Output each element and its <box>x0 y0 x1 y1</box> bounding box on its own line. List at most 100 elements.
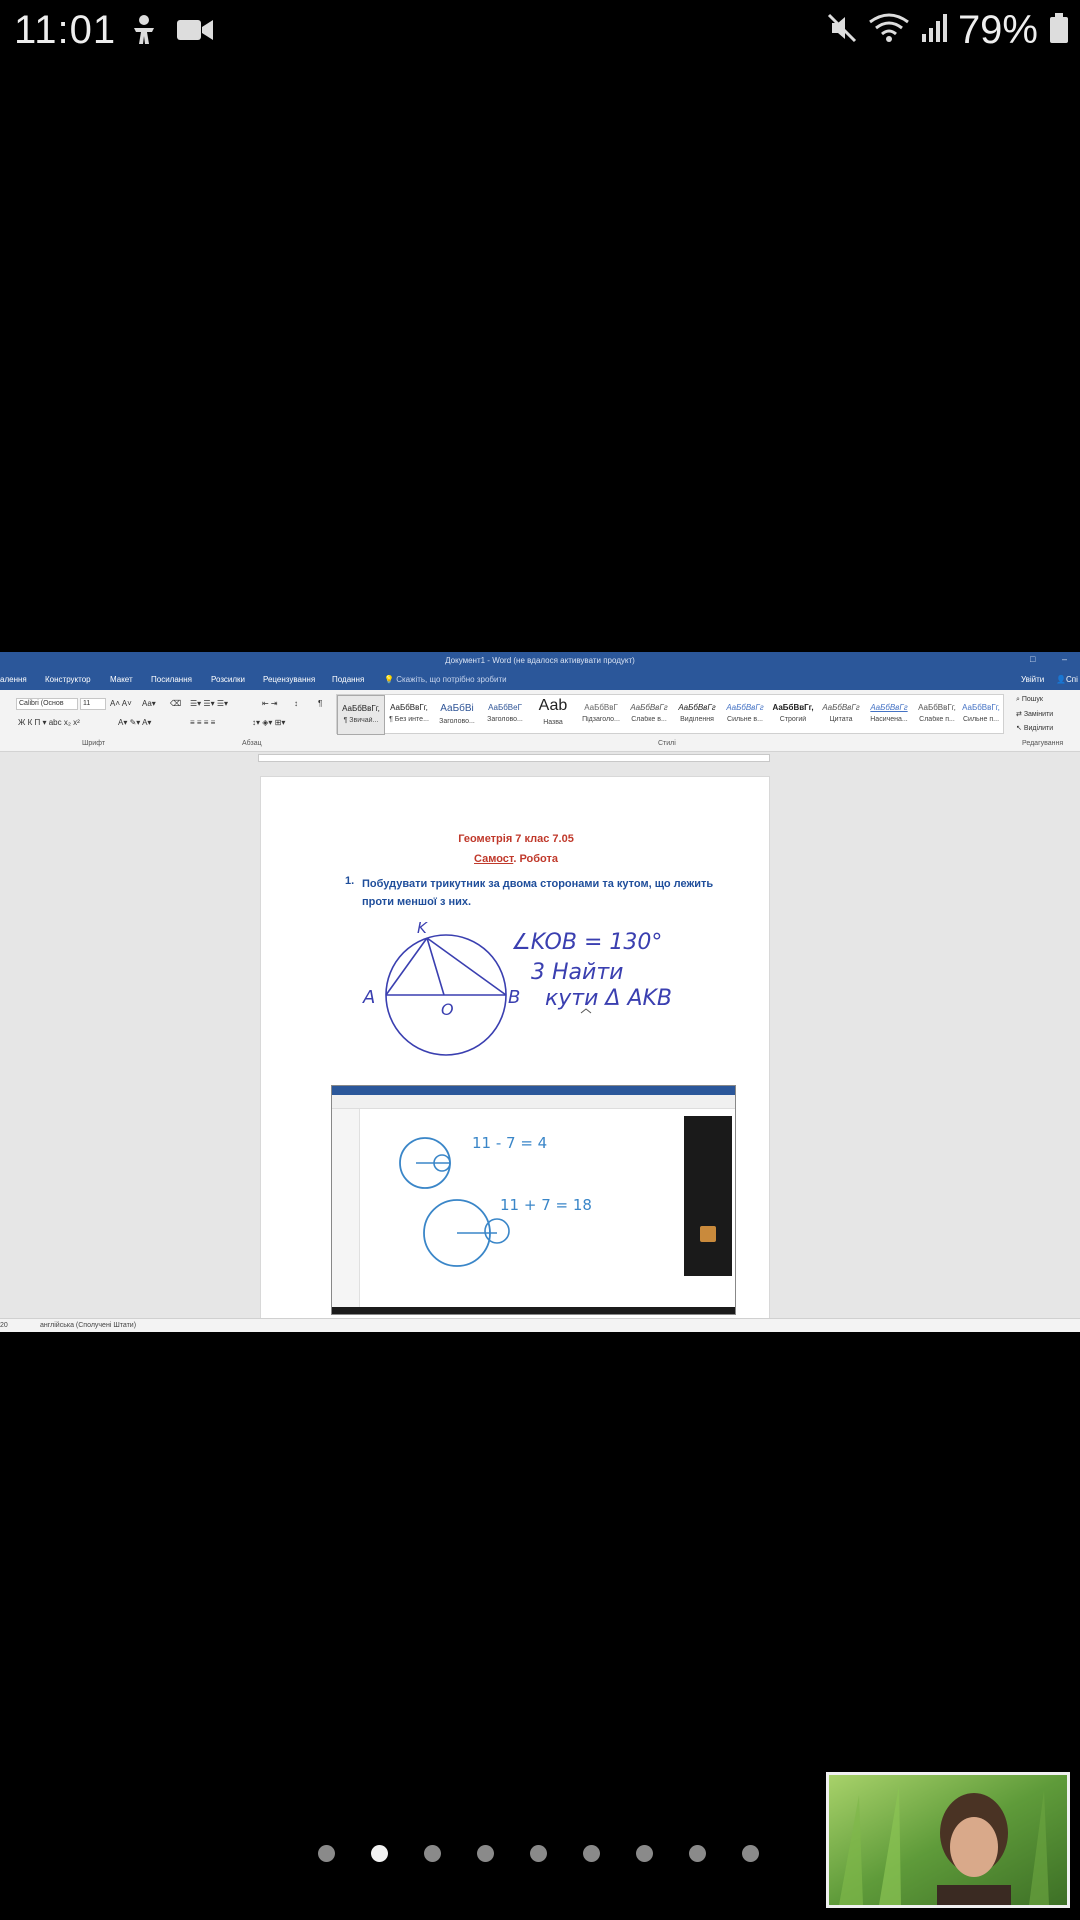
indent-icon[interactable]: ⇤ ⇥ <box>262 699 278 708</box>
wifi-icon <box>868 12 910 49</box>
group-editing-label: Редагування <box>1022 740 1064 747</box>
text-effects-icon[interactable]: A▾ ✎▾ A▾ <box>118 718 151 727</box>
label-o: O <box>441 1000 454 1019</box>
style-subtle-emphasis[interactable]: АаБбВвГг Слабке в... <box>625 695 673 735</box>
hw-task-line2: кути Δ AKB <box>545 986 672 1011</box>
change-case-icon[interactable]: Aa▾ <box>142 699 156 708</box>
style-name: Назва <box>543 719 563 726</box>
page-dot-6[interactable] <box>583 1845 600 1862</box>
font-name-box[interactable]: Calibri (Основ <box>16 698 78 710</box>
restore-icon[interactable]: □ <box>1030 654 1035 664</box>
word-menu-bar: алення Конструктор Макет Посилання Розси… <box>0 670 1080 690</box>
style-name: ¶ Звичай... <box>343 717 379 724</box>
ruler-bar <box>258 754 770 762</box>
style-quote[interactable]: АаБбВвГг Цитата <box>817 695 865 735</box>
style-sample: АаБбВеГ <box>488 703 522 712</box>
replace-icon: ⇄ <box>1016 711 1024 718</box>
share-button[interactable]: 👤Спі <box>1056 675 1078 684</box>
menu-item-view[interactable]: Подання <box>332 675 364 684</box>
bold-icon[interactable]: Ж К П ▾ abc x₂ x² <box>18 718 80 727</box>
word-title-bar: Документ1 - Word (не вдалося активувати … <box>0 652 1080 670</box>
menu-item-mailings[interactable]: Розсилки <box>211 675 245 684</box>
share-label: Спі <box>1065 675 1078 684</box>
style-name: Виділення <box>680 716 714 723</box>
grow-font-icon[interactable]: A˄ A˅ <box>110 699 132 708</box>
battery-icon <box>1048 12 1070 49</box>
style-sample: АаБбВі <box>440 703 474 714</box>
style-intense-reference[interactable]: АаБбВвГг, Сильне п... <box>957 695 1005 735</box>
style-title[interactable]: Ааb Назва <box>529 695 577 735</box>
menu-item-design[interactable]: Конструктор <box>45 675 91 684</box>
document-page[interactable]: Геометрія 7 клас 7.05 Самост. Робота 1. … <box>260 776 770 1332</box>
page-dot-4[interactable] <box>477 1845 494 1862</box>
select-label: Виділити <box>1023 725 1054 732</box>
group-paragraph-label: Абзац <box>242 740 262 747</box>
participant-avatar <box>700 1226 716 1242</box>
self-video-thumbnail[interactable] <box>826 1772 1070 1908</box>
style-heading1[interactable]: АаБбВі Заголово... <box>433 695 481 735</box>
menu-item-review[interactable]: Рецензування <box>263 675 315 684</box>
select-button[interactable]: ↖ Виділити <box>1016 724 1053 732</box>
embedded-drawing: 11 - 7 = 4 11 + 7 = 18 <box>399 1134 592 1267</box>
sign-in-link[interactable]: Увійти <box>1021 675 1044 684</box>
tell-me-text: Скажіть, що потрібно зробити <box>396 675 507 684</box>
page-dot-9[interactable] <box>742 1845 759 1862</box>
style-name: Сильне п... <box>962 716 1000 723</box>
minimize-icon[interactable]: – <box>1062 654 1067 664</box>
style-name: Строгий <box>779 716 807 723</box>
hw-task-line1: 3 Найти <box>531 960 623 985</box>
battery-percent: 79% <box>957 8 1038 52</box>
style-sample: АаБбВвГг, <box>918 703 956 712</box>
align-icon[interactable]: ≡ ≡ ≡ ≡ <box>190 718 215 727</box>
tell-me-box[interactable]: 💡 Скажіть, що потрібно зробити <box>384 675 507 684</box>
label-k: K <box>417 919 428 937</box>
pilcrow-icon[interactable]: ¶ <box>318 699 322 708</box>
style-sample: АаБбВвГг, <box>342 704 380 713</box>
sort-icon[interactable]: ↕ <box>294 699 298 708</box>
style-emphasis[interactable]: АаБбВвГг Виділення <box>673 695 721 735</box>
bullets-icon[interactable]: ☰▾ ☰▾ ☰▾ <box>190 699 228 708</box>
ruler <box>0 752 1080 764</box>
style-name: ¶ Без инте... <box>389 716 429 723</box>
style-subtle-reference[interactable]: АаБбВвГг, Слабке п... <box>913 695 961 735</box>
style-subtitle[interactable]: АаБбВвГ Підзаголо... <box>577 695 625 735</box>
style-heading2[interactable]: АаБбВеГ Заголово... <box>481 695 529 735</box>
page-dot-3[interactable] <box>424 1845 441 1862</box>
style-sample: АаБбВвГг <box>870 703 908 712</box>
shared-screen[interactable]: Документ1 - Word (не вдалося активувати … <box>0 652 1080 1332</box>
page-dot-5[interactable] <box>530 1845 547 1862</box>
find-button[interactable]: ⌕ Пошук <box>1016 696 1043 704</box>
font-size-box[interactable]: 11 <box>80 698 106 710</box>
clear-format-icon[interactable]: ⌫ <box>170 699 181 708</box>
replace-button[interactable]: ⇄ Замінити <box>1016 710 1053 718</box>
style-normal[interactable]: АаБбВвГг, ¶ Звичай... <box>337 695 385 735</box>
page-dot-2[interactable] <box>371 1845 388 1862</box>
line-spacing-icon[interactable]: ↕▾ ◈▾ ⊞▾ <box>252 718 285 727</box>
style-no-spacing[interactable]: АаБбВвГг, ¶ Без инте... <box>385 695 433 735</box>
page-dot-7[interactable] <box>636 1845 653 1862</box>
hw-angle: ∠KOB = 130° <box>511 930 662 955</box>
video-camera-icon <box>176 17 214 48</box>
style-intense-emphasis[interactable]: АаБбВвГг Сильне в... <box>721 695 769 735</box>
style-name: Слабке п... <box>919 716 955 723</box>
status-bar: 11:01 79% <box>0 0 1080 62</box>
page-dot-8[interactable] <box>689 1845 706 1862</box>
menu-item-layout[interactable]: Макет <box>110 675 133 684</box>
menu-item-0[interactable]: алення <box>0 675 27 684</box>
status-time: 11:01 <box>14 8 117 52</box>
styles-gallery: АаБбВвГг, ¶ Звичай... АаБбВвГг, ¶ Без инте… <box>336 694 1005 735</box>
style-name: Підзаголо... <box>582 716 620 723</box>
status-language[interactable]: англійська (Сполучені Штати) <box>40 1322 136 1329</box>
style-sample: АаБбВвГг, <box>772 703 814 712</box>
style-intense-quote[interactable]: АаБбВвГг Насичена... <box>865 695 913 735</box>
style-sample: АаБбВвГг <box>678 703 716 712</box>
page-dot-1[interactable] <box>318 1845 335 1862</box>
cursor-icon: ↖ <box>1016 725 1024 732</box>
word-status-bar: 20 англійська (Сполучені Штати) <box>0 1318 1080 1332</box>
menu-item-references[interactable]: Посилання <box>151 675 192 684</box>
style-strong[interactable]: АаБбВвГг, Строгий <box>769 695 817 735</box>
label-a: A <box>362 987 375 1008</box>
accessibility-icon <box>130 14 158 51</box>
label-b: B <box>508 987 520 1008</box>
style-name: Заголово... <box>439 718 475 725</box>
